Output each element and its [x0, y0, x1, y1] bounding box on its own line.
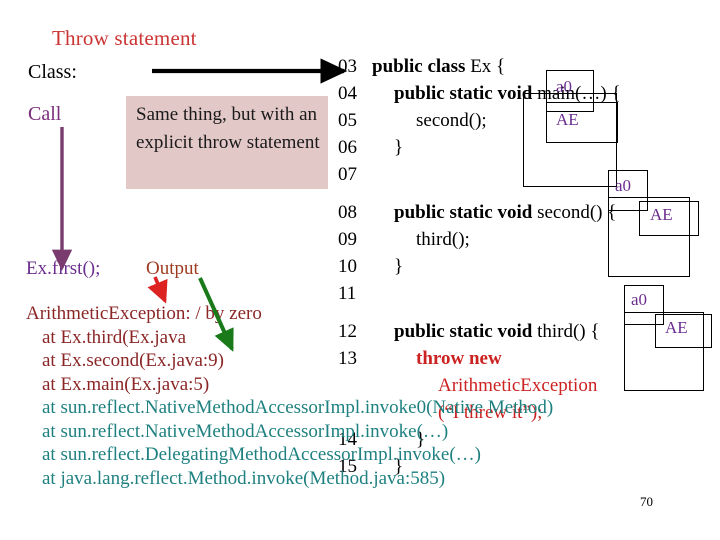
code-token: Ex { [470, 56, 506, 77]
ae-label-second: AE [650, 205, 673, 224]
stack-trace-line: at java.lang.reflect.Method.invoke(Metho… [42, 467, 446, 489]
code-line-number: 08 [338, 202, 357, 223]
code-token: } [394, 256, 404, 277]
callout-text: Same thing, but with an explicit throw s… [136, 104, 320, 153]
callout-box: Same thing, but with an explicit throw s… [126, 96, 328, 189]
stack-trace-line: at Ex.third(Ex.java [42, 326, 187, 348]
code-line-number: 07 [338, 164, 357, 185]
a0-label-second: a0 [615, 176, 632, 195]
code-line-text: public class Ex { [372, 56, 505, 78]
code-line-number: 09 [338, 229, 357, 250]
ae-label-third: AE [665, 318, 688, 337]
code-line-text: second(); [416, 110, 487, 132]
ae-label-main: AE [556, 110, 579, 129]
code-token: third(); [416, 229, 470, 250]
code-token: } [394, 137, 404, 158]
code-line-number: 06 [338, 137, 357, 158]
a0-label-main: a0 [556, 77, 573, 96]
code-line-number: 03 [338, 56, 357, 77]
ex-first-call-label: Ex.first(); [26, 258, 101, 279]
code-line-number: 05 [338, 110, 357, 131]
code-line-number: 04 [338, 83, 357, 104]
code-token: second() { [537, 202, 617, 223]
page-number: 70 [640, 494, 653, 509]
code-line-number: 10 [338, 256, 357, 277]
code-token: second(); [416, 110, 487, 131]
output-stack-trace: ArithmeticException: / by zero at Ex.thir… [26, 302, 553, 490]
stack-trace-line: at Ex.main(Ex.java:5) [42, 373, 210, 395]
output-label: Output [146, 258, 199, 279]
class-label: Class: [28, 61, 77, 83]
stack-trace-line: at Ex.second(Ex.java:9) [42, 350, 225, 371]
red-arrow-output-pointer [147, 276, 168, 304]
code-line-text: } [394, 137, 403, 159]
code-line-text: public static void second() { [394, 202, 616, 224]
code-token: public static void [394, 202, 538, 223]
stack-trace-line: at sun.reflect.NativeMethodAccessorImpl.… [42, 420, 449, 442]
code-line-text: third(); [416, 229, 470, 251]
code-token: public class [372, 56, 471, 77]
stack-trace-line: at sun.reflect.DelegatingMethodAccessorI… [42, 444, 481, 465]
stack-trace-line: at sun.reflect.NativeMethodAccessorImpl.… [42, 397, 554, 418]
page-title: Throw statement [52, 26, 197, 50]
slide-canvas: Throw statement Class: Call Ex.first(); … [0, 0, 720, 540]
a0-label-third: a0 [631, 290, 648, 309]
code-line-text: } [394, 256, 403, 278]
code-line: 03 public class Ex { [338, 56, 720, 83]
call-label: Call [28, 103, 62, 125]
stack-trace-line: ArithmeticException: / by zero [26, 303, 262, 324]
code-token: public static void [394, 83, 538, 104]
